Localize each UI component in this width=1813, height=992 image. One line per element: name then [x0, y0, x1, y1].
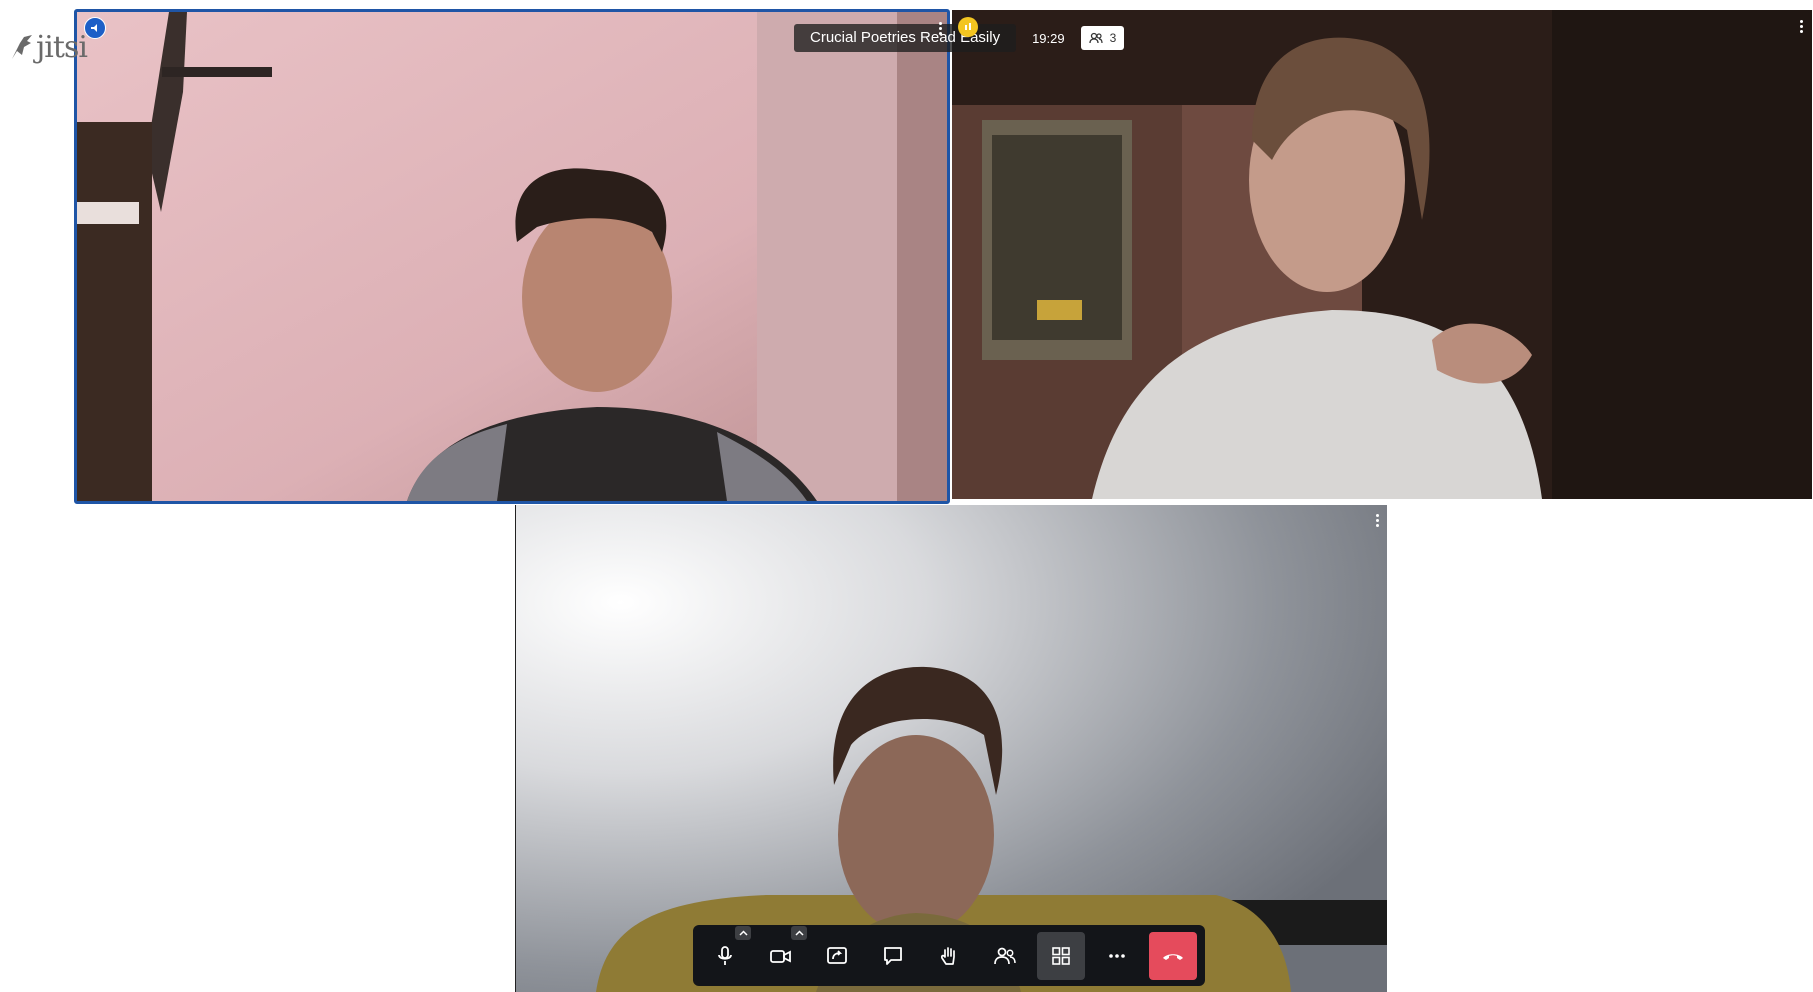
- camera-options-button[interactable]: [791, 925, 807, 940]
- chat-icon: [884, 946, 902, 965]
- tile-view-icon: [1052, 946, 1070, 965]
- participant-tile-1[interactable]: [74, 9, 950, 504]
- tile-1-menu-icon[interactable]: [939, 22, 943, 35]
- hangup-icon: [1163, 953, 1183, 960]
- participant-video-2: [952, 10, 1812, 499]
- raise-hand-button[interactable]: [925, 932, 973, 980]
- microphone-options-button[interactable]: [735, 925, 751, 940]
- share-screen-icon: [827, 946, 847, 964]
- participant-status-icon: [958, 17, 978, 37]
- participants-icon: [994, 947, 1016, 964]
- participant-video-1: [77, 12, 947, 501]
- participant-tile-3[interactable]: [515, 505, 1387, 992]
- participant-video-3: [516, 505, 1387, 992]
- camera-button[interactable]: [757, 925, 807, 980]
- chevron-up-icon: [738, 929, 748, 936]
- tile-view-button[interactable]: [1037, 931, 1085, 980]
- conference-subject: Crucial Poetries Read Easily: [794, 24, 1017, 52]
- tile-2-menu-icon[interactable]: [1800, 20, 1804, 33]
- toolbox: [693, 925, 1205, 986]
- conference-timer: 19:29: [1032, 30, 1065, 46]
- participants-button[interactable]: [981, 932, 1029, 980]
- participants-count: 3: [1109, 31, 1117, 45]
- leave-meeting-button[interactable]: [1149, 931, 1197, 980]
- participant-tile-2[interactable]: [952, 10, 1812, 499]
- raise-hand-icon: [940, 946, 955, 965]
- participants-count-pill[interactable]: 3: [1080, 26, 1125, 50]
- jitsi-logo[interactable]: jitsi: [10, 30, 88, 65]
- share-screen-button[interactable]: [813, 932, 861, 980]
- dominant-speaker-icon: [84, 17, 106, 39]
- logo-text: jitsi: [36, 30, 88, 65]
- tile-3-menu-icon[interactable]: [1376, 514, 1380, 527]
- chevron-up-icon: [794, 929, 804, 936]
- jitsi-bird-icon: [12, 34, 32, 59]
- participants-count-icon: [1088, 32, 1103, 44]
- more-actions-icon: [1109, 953, 1125, 958]
- microphone-button[interactable]: [701, 925, 751, 980]
- camera-icon: [770, 949, 791, 963]
- microphone-icon: [718, 945, 732, 965]
- more-actions-button[interactable]: [1093, 932, 1141, 980]
- chat-button[interactable]: [869, 932, 917, 980]
